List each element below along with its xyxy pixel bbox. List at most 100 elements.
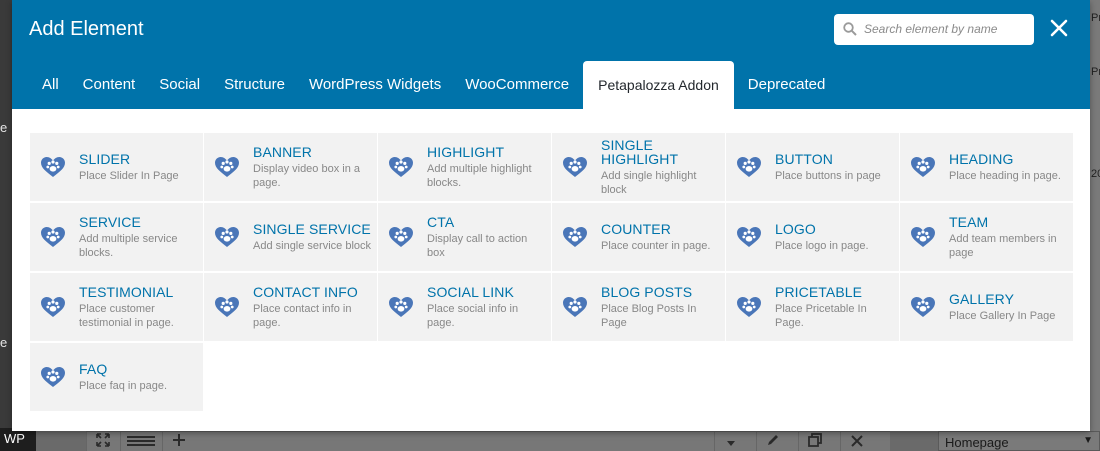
background-text-fragment: Pre (1091, 12, 1100, 24)
tab-wordpress-widgets[interactable]: WordPress Widgets (297, 61, 453, 109)
element-title: SINGLE SERVICE (253, 220, 371, 237)
element-description: Place Slider In Page (79, 169, 179, 182)
element-description: Place Gallery In Page (949, 309, 1056, 322)
heart-paw-icon (737, 157, 761, 177)
page-select-value: Homepage (945, 435, 1009, 450)
element-card-heading[interactable]: HEADING Place heading in page. (900, 133, 1073, 201)
tab-woocommerce[interactable]: WooCommerce (453, 61, 581, 109)
element-grid: SLIDER Place Slider In Page BANNER Displ… (30, 133, 1073, 411)
tab-social[interactable]: Social (147, 61, 212, 109)
element-description: Add multiple highlight blocks. (427, 162, 532, 189)
heart-paw-icon (563, 297, 587, 317)
element-title: LOGO (775, 220, 816, 237)
element-card-button[interactable]: BUTTON Place buttons in page (726, 133, 899, 201)
heart-paw-icon (911, 157, 935, 177)
element-description: Place heading in page. (949, 169, 1061, 182)
element-description: Place Pricetable In Page. (775, 302, 867, 329)
heart-paw-icon (563, 157, 587, 177)
heart-paw-icon (215, 157, 239, 177)
element-title: GALLERY (949, 290, 1015, 307)
element-title: HEADING (949, 150, 1014, 167)
chevron-down-icon: ▼ (1083, 435, 1093, 446)
element-card-highlight[interactable]: HIGHLIGHT Add multiple highlight blocks. (378, 133, 551, 201)
element-title: CONTACT INFO (253, 283, 358, 300)
heart-paw-icon (911, 297, 935, 317)
element-card-testimonial[interactable]: TESTIMONIAL Place customer testimonial i… (30, 273, 203, 341)
heart-paw-icon (389, 157, 413, 177)
copy-icon[interactable] (798, 432, 830, 451)
element-card-pricetable[interactable]: PRICETABLE Place Pricetable In Page. (726, 273, 899, 341)
element-description: Add single highlight block (601, 169, 697, 196)
heart-paw-icon (41, 157, 65, 177)
heart-paw-icon (911, 227, 935, 247)
element-card-counter[interactable]: COUNTER Place counter in page. (552, 203, 725, 271)
tab-deprecated[interactable]: Deprecated (736, 61, 838, 109)
element-card-banner[interactable]: BANNER Display video box in a page. (204, 133, 377, 201)
element-title: FAQ (79, 360, 108, 377)
element-card-single-service[interactable]: SINGLE SERVICE Add single service block (204, 203, 377, 271)
element-category-tabs: All Content Social Structure WordPress W… (30, 61, 837, 109)
background-text-fragment: 20 (1091, 168, 1100, 180)
heart-paw-icon (563, 227, 587, 247)
element-title: BLOG POSTS (601, 283, 693, 300)
close-modal-button[interactable] (1048, 17, 1070, 39)
element-card-social-link[interactable]: SOCIAL LINK Place social info in page. (378, 273, 551, 341)
heart-paw-icon (41, 227, 65, 247)
element-card-single-highlight[interactable]: SINGLE HIGHLIGHT Add single highlight bl… (552, 133, 725, 201)
element-title: SLIDER (79, 150, 131, 167)
element-title: TESTIMONIAL (79, 283, 174, 300)
element-card-blog-posts[interactable]: BLOG POSTS Place Blog Posts In Page (552, 273, 725, 341)
element-card-gallery[interactable]: GALLERY Place Gallery In Page (900, 273, 1073, 341)
list-icon[interactable] (120, 432, 160, 451)
element-card-faq[interactable]: FAQ Place faq in page. (30, 343, 203, 411)
element-title: TEAM (949, 213, 989, 230)
wp-admin-label: WP (0, 428, 36, 451)
element-description: Place contact info in page. (253, 302, 352, 329)
tab-structure[interactable]: Structure (212, 61, 297, 109)
background-text-fragment: e (0, 120, 8, 135)
element-card-slider[interactable]: SLIDER Place Slider In Page (30, 133, 203, 201)
page-select[interactable]: Homepage ▼ (938, 431, 1100, 451)
heart-paw-icon (215, 297, 239, 317)
element-description: Place logo in page. (775, 239, 869, 252)
heart-paw-icon (389, 297, 413, 317)
tab-all[interactable]: All (30, 61, 71, 109)
close-icon[interactable] (840, 432, 872, 451)
element-title: SOCIAL LINK (427, 283, 514, 300)
heart-paw-icon (215, 227, 239, 247)
element-description: Place social info in page. (427, 302, 519, 329)
element-card-team[interactable]: TEAM Add team members in page (900, 203, 1073, 271)
element-title: COUNTER (601, 220, 671, 237)
search-box[interactable] (834, 14, 1034, 45)
modal-title: Add Element (29, 18, 144, 40)
element-title: SINGLE HIGHLIGHT (601, 136, 679, 167)
search-icon (843, 22, 857, 36)
close-icon (1050, 19, 1068, 37)
heart-paw-icon (737, 227, 761, 247)
element-card-service[interactable]: SERVICE Add multiple service blocks. (30, 203, 203, 271)
element-description: Display video box in a page. (253, 162, 361, 189)
background-text-fragment: e (0, 335, 8, 350)
search-input[interactable] (864, 19, 1026, 39)
tab-petapalozza-addon[interactable]: Petapalozza Addon (583, 61, 734, 109)
pencil-icon[interactable] (756, 432, 788, 451)
heart-paw-icon (41, 367, 65, 387)
expand-icon[interactable] (86, 432, 118, 451)
element-description: Add single service block (253, 239, 372, 252)
heart-paw-icon (41, 297, 65, 317)
element-description: Place customer testimonial in page. (79, 302, 174, 329)
element-card-contact-info[interactable]: CONTACT INFO Place contact info in page. (204, 273, 377, 341)
add-element-modal: Add Element All Content Social Structure… (12, 0, 1090, 431)
plus-icon[interactable] (162, 432, 194, 451)
element-description: Place faq in page. (79, 379, 168, 392)
element-title: BANNER (253, 143, 312, 160)
element-description: Place buttons in page (775, 169, 881, 182)
element-card-cta[interactable]: CTA Display call to action box (378, 203, 551, 271)
tab-content[interactable]: Content (71, 61, 148, 109)
heart-paw-icon (389, 227, 413, 247)
modal-header: Add Element All Content Social Structure… (12, 0, 1090, 109)
element-description: Display call to action box (427, 232, 528, 259)
element-card-logo[interactable]: LOGO Place logo in page. (726, 203, 899, 271)
row-toolbar (86, 431, 890, 451)
caret-down-icon[interactable] (714, 432, 746, 451)
